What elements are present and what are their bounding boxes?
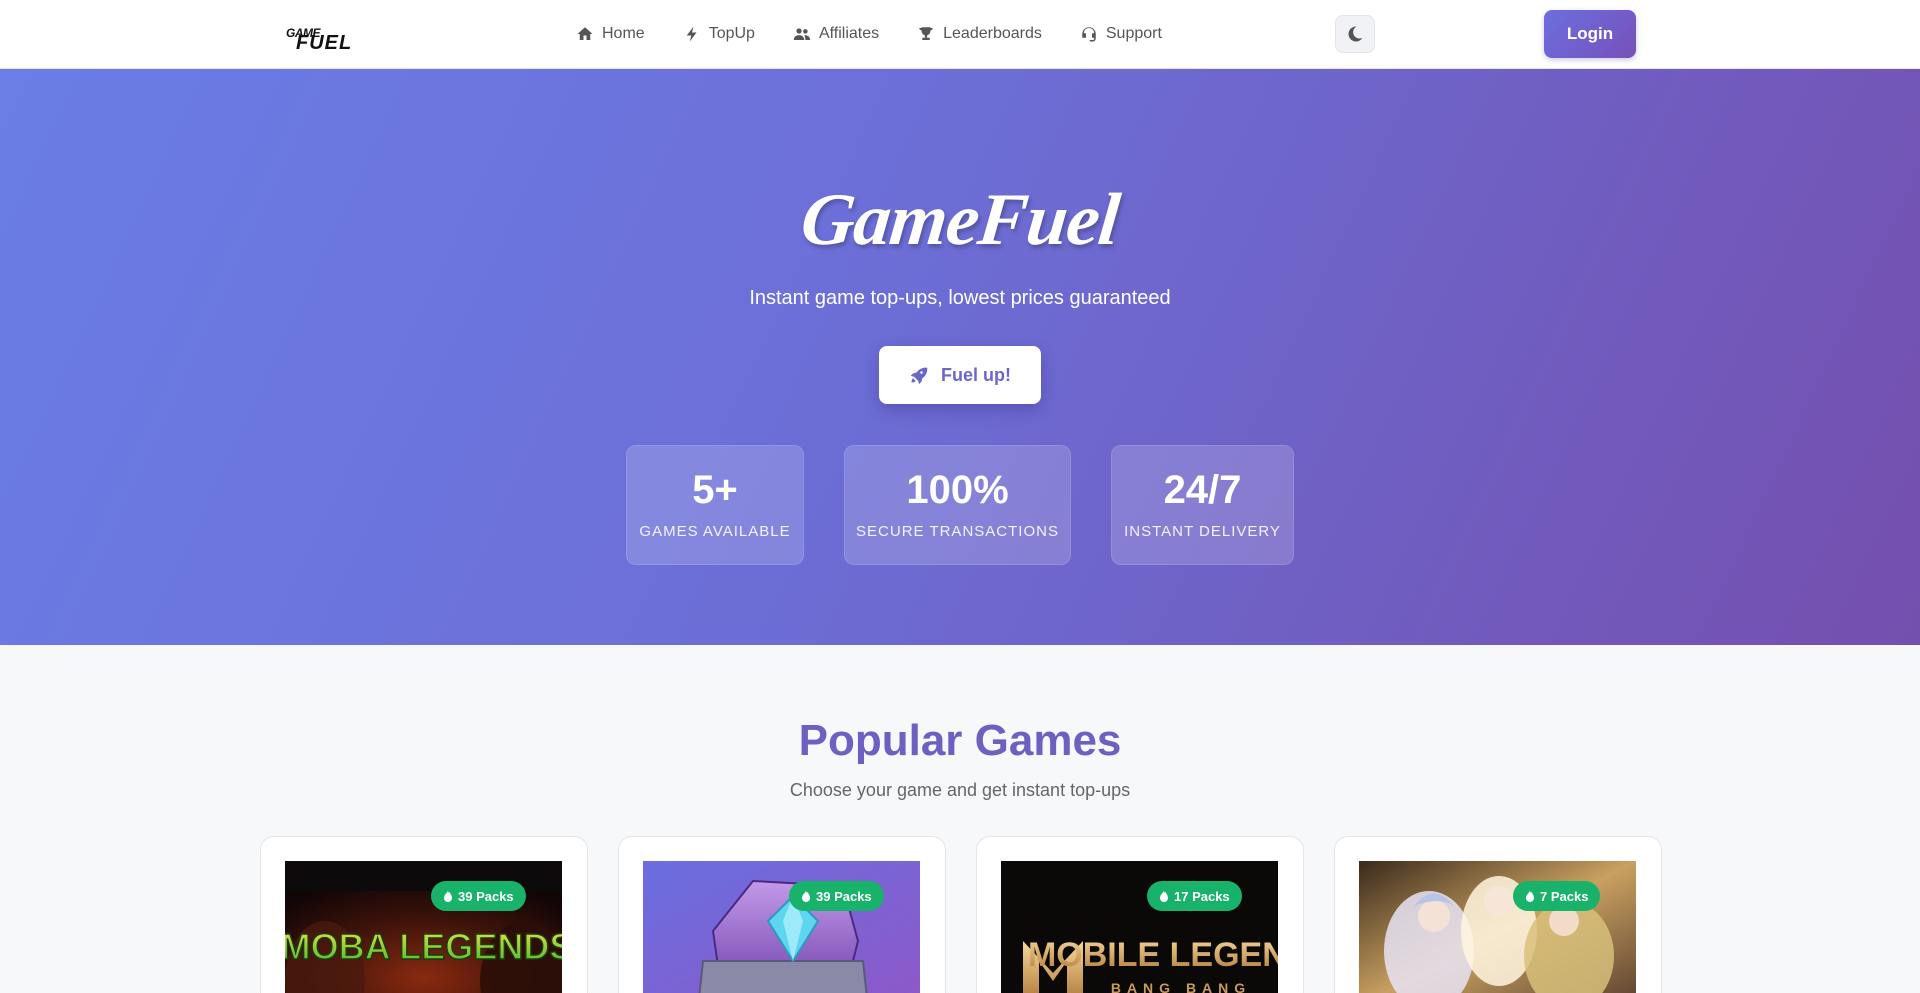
packs-count: 17 Packs — [1174, 888, 1230, 904]
packs-badge: 17 Packs — [1147, 881, 1242, 911]
nav-item-affiliates[interactable]: Affiliates — [793, 25, 879, 43]
login-button[interactable]: Login — [1544, 10, 1636, 58]
fuel-up-label: Fuel up! — [941, 364, 1011, 385]
stat-label: GAMES AVAILABLE — [639, 523, 791, 540]
fire-icon — [802, 890, 810, 902]
packs-badge: 39 Packs — [431, 881, 526, 911]
stat-card-secure: 100% SECURE TRANSACTIONS — [844, 445, 1071, 565]
logo-text-bottom: FUEL — [296, 32, 353, 54]
nav-item-label: Home — [602, 25, 645, 42]
nav-item-label: Leaderboards — [943, 25, 1042, 42]
packs-count: 39 Packs — [458, 888, 514, 904]
bolt-icon — [686, 26, 697, 42]
game-card-mobile-legends[interactable]: MOBILE LEGENDS BANG BANG 17 Packs — [976, 836, 1304, 993]
gamefuel-logo[interactable]: GAME FUEL — [286, 24, 376, 54]
game-image: MOBILE LEGENDS BANG BANG — [1001, 861, 1278, 993]
popular-games-title: Popular Games — [798, 716, 1122, 765]
packs-badge: 39 Packs — [789, 881, 884, 911]
nav-item-label: Support — [1105, 25, 1162, 42]
hero-subtitle: Instant game top-ups, lowest prices guar… — [749, 287, 1171, 309]
main-nav: Home TopUp Affiliates Leaderboards Suppo… — [576, 0, 1200, 68]
game-image — [1359, 861, 1636, 993]
stat-value: 24/7 — [1163, 468, 1242, 512]
stat-value: 100% — [906, 468, 1009, 512]
home-icon — [577, 27, 593, 40]
stat-value: 5+ — [692, 468, 738, 512]
fire-icon — [1526, 890, 1534, 902]
nav-item-label: TopUp — [708, 25, 755, 42]
theme-toggle-button[interactable] — [1335, 15, 1375, 53]
game-image — [643, 861, 920, 993]
packs-badge: 7 Packs — [1513, 881, 1601, 911]
fuel-up-button[interactable]: Fuel up! — [879, 346, 1041, 404]
stat-card-games: 5+ GAMES AVAILABLE — [626, 445, 804, 565]
fire-icon — [1160, 890, 1168, 902]
fire-icon — [444, 890, 452, 902]
nav-item-leaderboards[interactable]: Leaderboards — [917, 25, 1042, 43]
stat-label: SECURE TRANSACTIONS — [856, 523, 1059, 540]
svg-text:MOBILE LEGENDS: MOBILE LEGENDS — [1028, 936, 1278, 974]
nav-item-label: Affiliates — [818, 25, 880, 42]
game-image: MOBA LEGENDS — [285, 861, 562, 993]
navbar: GAME FUEL Home TopUp Affiliates Leaderbo… — [0, 0, 1920, 69]
hero-section: GameFuel Instant game top-ups, lowest pr… — [0, 69, 1920, 645]
stat-label: INSTANT DELIVERY — [1124, 523, 1281, 540]
game-card-moba-legends[interactable]: MOBA LEGENDS 39 Packs — [260, 836, 588, 993]
packs-count: 7 Packs — [1540, 888, 1589, 904]
hero-title: GameFuel — [797, 179, 1123, 261]
packs-count: 39 Packs — [816, 888, 872, 904]
nav-item-support[interactable]: Support — [1080, 25, 1162, 43]
moon-icon — [1348, 26, 1363, 42]
svg-text:BANG BANG: BANG BANG — [1111, 980, 1251, 993]
nav-item-topup[interactable]: TopUp — [683, 25, 755, 43]
svg-text:MOBA LEGENDS: MOBA LEGENDS — [285, 926, 562, 967]
headset-icon — [1082, 27, 1096, 42]
popular-games-subtitle: Choose your game and get instant top-ups — [789, 780, 1131, 800]
stat-card-delivery: 24/7 INSTANT DELIVERY — [1111, 445, 1294, 565]
nav-item-home[interactable]: Home — [576, 25, 645, 43]
game-card-diamonds[interactable]: 39 Packs — [618, 836, 946, 993]
trophy-icon — [919, 27, 933, 40]
rocket-icon — [910, 367, 928, 385]
game-card-anime-rpg[interactable]: 7 Packs — [1334, 836, 1662, 993]
users-icon — [793, 28, 811, 40]
